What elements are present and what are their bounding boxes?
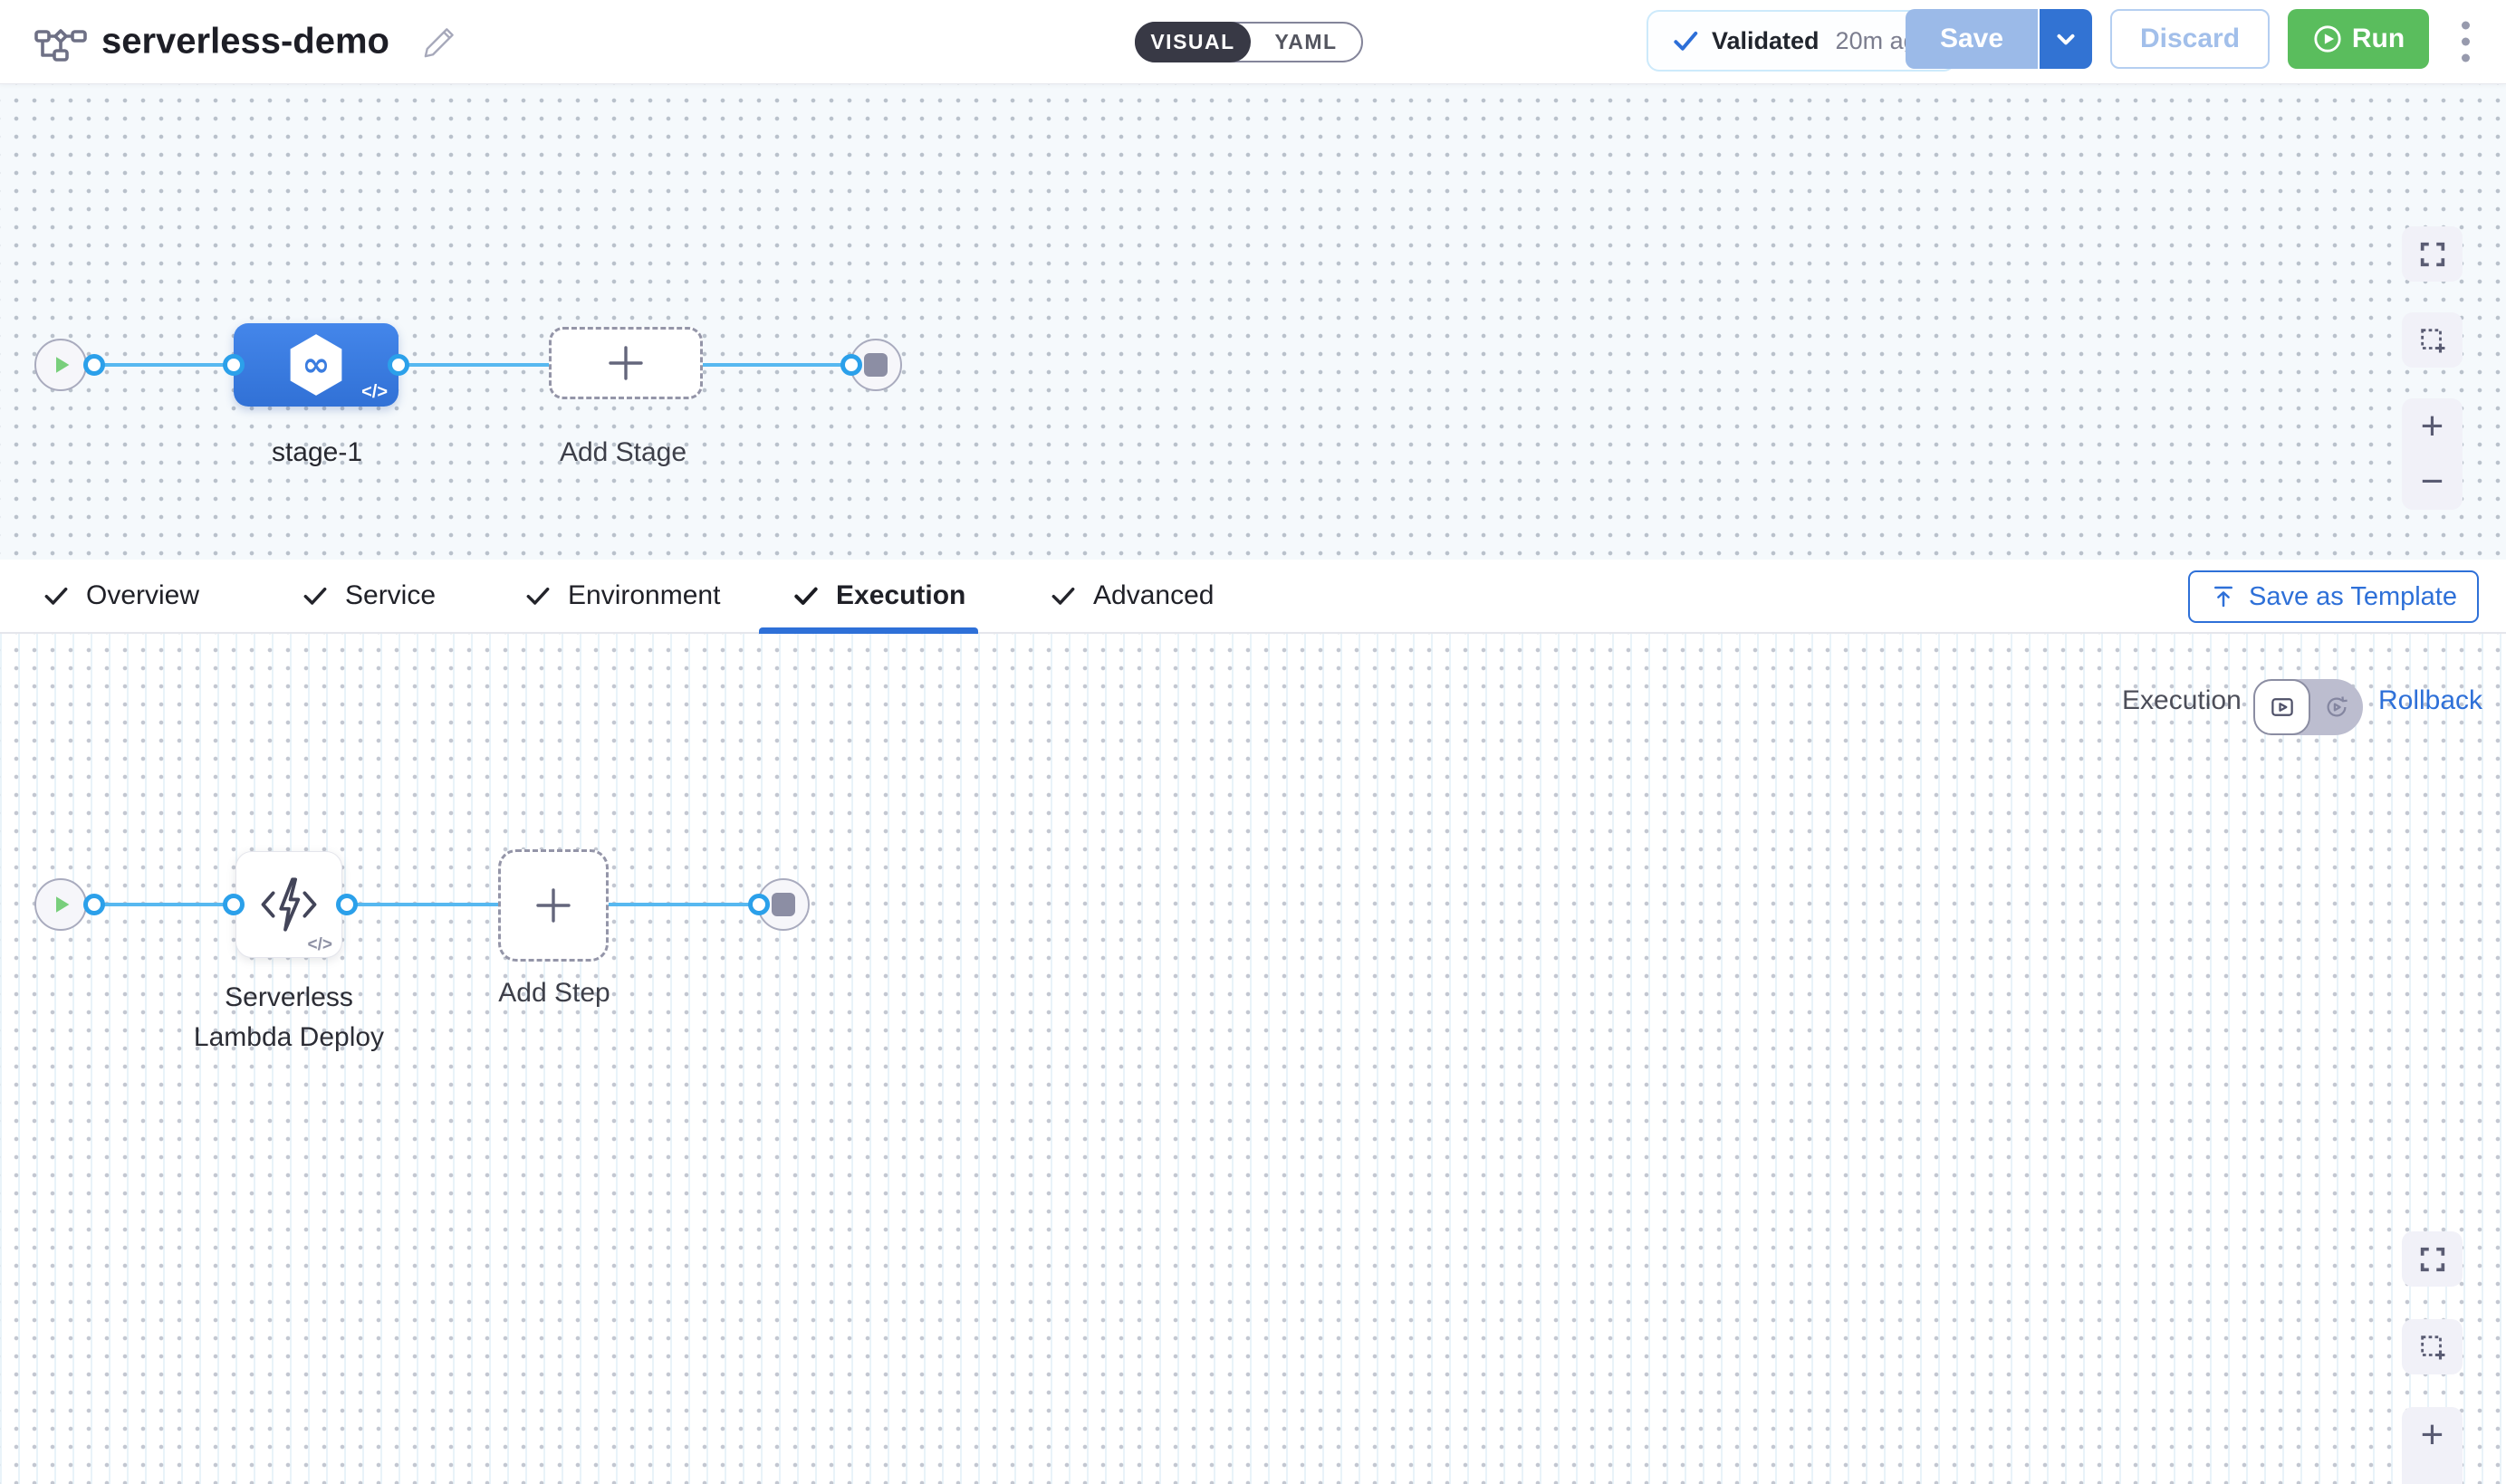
execution-view-button[interactable]	[2253, 679, 2310, 735]
add-stage-label[interactable]: Add Stage	[531, 437, 715, 468]
zoom-in-button[interactable]: +	[2421, 1415, 2444, 1455]
validated-label: Validated	[1712, 27, 1819, 55]
stage-canvas[interactable]: ∞ </> stage-1 Add Stage + −	[0, 84, 2506, 560]
check-icon	[301, 581, 330, 610]
add-stage-button[interactable]	[549, 327, 703, 399]
upload-arrow-icon	[2210, 583, 2237, 610]
edit-pencil-icon[interactable]	[423, 24, 457, 59]
save-as-template-button[interactable]: Save as Template	[2188, 570, 2479, 623]
discard-button[interactable]: Discard	[2110, 9, 2270, 69]
toggle-visual[interactable]: VISUAL	[1135, 22, 1251, 62]
play-circle-icon	[2312, 24, 2343, 54]
stop-icon	[772, 893, 795, 916]
chevron-down-icon	[2052, 25, 2079, 53]
connector-port[interactable]	[83, 354, 105, 376]
run-label: Run	[2352, 24, 2405, 54]
check-icon	[523, 581, 552, 610]
plus-icon	[532, 884, 575, 927]
marquee-select-button[interactable]	[2402, 312, 2463, 368]
stage-tabbar: Overview Service Environment Execution A…	[0, 560, 2506, 634]
circular-arrow-play-icon	[2323, 694, 2350, 721]
fullscreen-button[interactable]	[2402, 226, 2463, 282]
tab-label: Advanced	[1093, 580, 1214, 611]
save-split-button: Save	[1906, 9, 2092, 69]
hexagon-infinity-icon: ∞	[286, 332, 346, 397]
tab-advanced[interactable]: Advanced	[1049, 560, 1214, 632]
edge	[398, 363, 551, 367]
connector-port[interactable]	[840, 354, 862, 376]
header: serverless-demo VISUAL YAML Validated 20…	[0, 0, 2506, 84]
rollback-view-button[interactable]	[2310, 679, 2363, 735]
visual-yaml-toggle: VISUAL YAML	[1135, 22, 1363, 62]
pipeline-start-node[interactable]	[34, 339, 87, 391]
stage-node[interactable]: ∞ </>	[234, 323, 398, 407]
save-menu-button[interactable]	[2040, 9, 2092, 69]
fullscreen-icon	[2417, 239, 2448, 270]
marquee-select-icon	[2417, 1332, 2448, 1363]
check-icon	[42, 581, 71, 610]
check-icon	[792, 581, 821, 610]
tab-execution[interactable]: Execution	[792, 560, 965, 632]
zoom-out-button[interactable]: −	[2421, 462, 2444, 502]
connector-port[interactable]	[83, 894, 105, 915]
zoom-in-button[interactable]: +	[2421, 407, 2444, 446]
connector-port[interactable]	[388, 354, 409, 376]
play-icon	[47, 891, 74, 918]
marquee-select-icon	[2417, 325, 2448, 356]
edge	[94, 363, 234, 367]
add-step-button[interactable]	[498, 849, 609, 962]
connector-port[interactable]	[223, 894, 245, 915]
tab-service[interactable]: Service	[301, 560, 436, 632]
execution-rollback-toggle	[2253, 679, 2363, 735]
zoom-controls: + −	[2402, 1407, 2463, 1484]
execution-start-node[interactable]	[34, 878, 87, 931]
run-button[interactable]: Run	[2288, 9, 2429, 69]
page-title: serverless-demo	[101, 22, 389, 62]
zoom-controls: + −	[2402, 398, 2463, 510]
code-icon: </>	[308, 935, 332, 955]
tab-label: Environment	[568, 580, 720, 611]
svg-text:∞: ∞	[302, 345, 331, 384]
step-node-serverless-lambda-deploy[interactable]: </>	[235, 851, 342, 958]
tab-label: Overview	[86, 580, 199, 611]
step-name-label[interactable]: Serverless Lambda Deploy	[150, 978, 427, 1058]
pipeline-icon	[34, 22, 87, 63]
play-rectangle-icon	[2269, 694, 2296, 721]
marquee-select-button[interactable]	[2402, 1319, 2463, 1374]
fullscreen-button[interactable]	[2402, 1231, 2463, 1287]
stage-name-label[interactable]: stage-1	[225, 437, 409, 468]
active-tab-underline	[759, 627, 978, 634]
add-step-label[interactable]: Add Step	[464, 978, 645, 1009]
connector-port[interactable]	[223, 354, 245, 376]
pipeline-studio: serverless-demo VISUAL YAML Validated 20…	[0, 0, 2506, 1484]
toggle-yaml[interactable]: YAML	[1251, 24, 1361, 61]
code-icon: </>	[361, 382, 388, 403]
edge	[609, 903, 759, 906]
check-icon	[1049, 581, 1078, 610]
more-options-button[interactable]	[2458, 18, 2473, 66]
save-button[interactable]: Save	[1906, 9, 2040, 69]
connector-port[interactable]	[336, 894, 358, 915]
tab-label: Service	[345, 580, 436, 611]
connector-port[interactable]	[748, 894, 770, 915]
execution-mode-label: Execution	[2122, 685, 2242, 716]
tab-environment[interactable]: Environment	[523, 560, 720, 632]
edge	[347, 903, 500, 906]
step-name-line2: Lambda Deploy	[150, 1018, 427, 1058]
tab-overview[interactable]: Overview	[42, 560, 199, 632]
edge	[703, 363, 851, 367]
execution-canvas[interactable]: Execution Rollback	[0, 634, 2506, 1484]
tab-label: Execution	[836, 580, 965, 611]
rollback-link[interactable]: Rollback	[2378, 685, 2482, 716]
step-name-line1: Serverless	[150, 978, 427, 1018]
save-as-template-label: Save as Template	[2249, 582, 2457, 612]
play-icon	[47, 351, 74, 378]
check-icon	[1672, 27, 1699, 54]
plus-icon	[604, 341, 648, 385]
fullscreen-icon	[2417, 1244, 2448, 1275]
edge	[94, 903, 234, 906]
stop-icon	[864, 353, 888, 377]
zoom-out-button[interactable]: −	[2421, 1470, 2444, 1484]
code-lightning-icon	[254, 870, 323, 939]
